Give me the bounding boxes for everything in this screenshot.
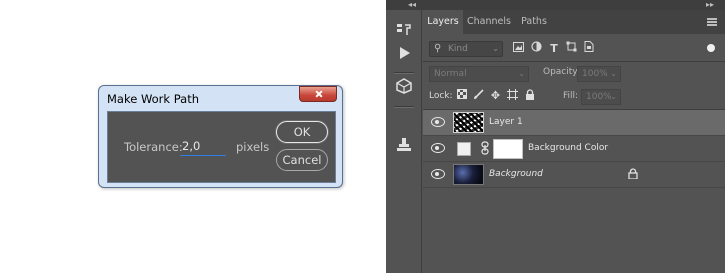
lock-image-pixels-icon[interactable] [472,89,485,103]
chevron-down-icon: ⌄ [492,44,499,53]
3d-icon[interactable] [394,78,414,98]
adjustment-filter-icon[interactable] [529,41,543,57]
smart-object-filter-icon[interactable] [581,41,595,57]
ok-button[interactable]: OK [276,121,328,143]
blend-mode-select[interactable]: Normal ⌄ [429,66,529,82]
opacity-value: 100% [582,69,608,79]
panel-icon-strip [386,10,422,273]
fill-value: 100% [586,92,612,102]
tab-layers[interactable]: Layers [423,10,463,34]
tolerance-label: Tolerance: [124,140,183,154]
divider [423,61,725,62]
cancel-button[interactable]: Cancel [276,149,328,171]
play-actions-icon[interactable] [394,46,414,66]
tolerance-unit: pixels [236,140,270,154]
pixel-filter-icon[interactable] [511,41,525,57]
lock-icon [628,168,638,180]
layer-thumbnail [453,164,484,185]
opacity-label: Opacity: [543,67,580,77]
panel-dock: ◂◂ ▸▸ Layers Channels Paths ⚲ Kind ⌄ T N… [386,0,725,273]
tab-paths[interactable]: Paths [515,10,553,34]
tolerance-input[interactable] [180,136,226,156]
filter-kind-select[interactable]: ⚲ Kind ⌄ [429,41,503,57]
lock-artboard-icon[interactable] [506,89,519,103]
fill-field[interactable]: 100% ⌄ [581,89,621,105]
layer-mask-thumbnail [493,139,523,159]
eye-icon[interactable] [431,169,445,179]
dock-header: ◂◂ ▸▸ [386,0,725,10]
close-icon[interactable] [299,86,337,102]
filter-kind-label: Kind [448,44,468,54]
search-icon: ⚲ [434,43,442,54]
separator [394,106,414,108]
chevron-down-icon: ⌄ [518,69,525,78]
tab-channels[interactable]: Channels [463,10,515,34]
history-icon[interactable] [394,22,414,42]
layer-name: Background Color [528,143,609,153]
chevron-down-icon: ⌄ [610,69,617,78]
panel-menu-icon[interactable] [707,18,717,26]
clone-source-icon[interactable] [394,137,414,157]
layer-row-layer-1[interactable]: Layer 1 [423,110,725,136]
eye-icon[interactable] [431,143,445,153]
chevron-down-icon: ⌄ [610,92,617,101]
layer-name: Background [489,169,543,179]
dialog-title: Make Work Path [107,92,199,106]
filter-toggle[interactable] [707,44,715,52]
layers-panel: Layers Channels Paths ⚲ Kind ⌄ T Normal [423,10,725,273]
lock-label: Lock: [429,91,453,101]
layer-row-background-color[interactable]: Background Color [423,136,725,162]
blend-mode-value: Normal [434,69,467,79]
collapse-left-icon[interactable]: ◂◂ [408,0,416,10]
link-icon [481,141,489,155]
layer-row-background[interactable]: Background [423,162,725,188]
lock-position-icon[interactable]: ✥ [489,89,502,103]
lock-all-icon[interactable] [523,89,536,103]
separator [394,72,414,74]
dialog-body: Tolerance: pixels OK Cancel [107,111,336,183]
eye-icon[interactable] [431,117,445,127]
fill-layer-thumbnail [457,142,471,156]
layer-name: Layer 1 [489,117,523,127]
opacity-field[interactable]: 100% ⌄ [577,66,621,82]
layer-thumbnail [453,112,484,133]
collapse-right-icon[interactable]: ▸▸ [706,0,714,10]
fill-label: Fill: [563,91,579,101]
shape-filter-icon[interactable] [564,41,578,57]
make-work-path-dialog: Make Work Path Tolerance: pixels OK Canc… [98,85,343,188]
lock-transparent-pixels-icon[interactable] [455,89,468,103]
panel-tabbar: Layers Channels Paths [423,10,725,34]
type-filter-icon[interactable]: T [547,41,561,57]
